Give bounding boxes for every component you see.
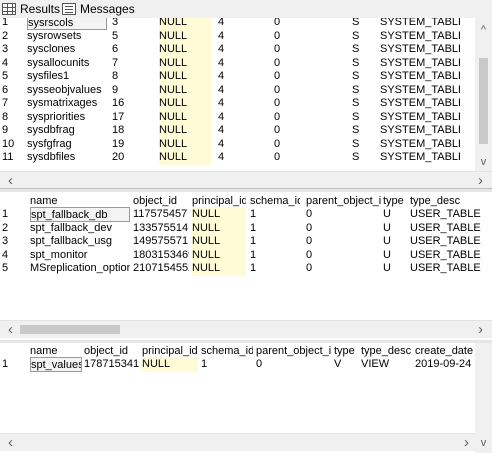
parent-object-id-cell: 0 <box>306 262 313 274</box>
scroll-left-arrow-icon[interactable]: ‹ <box>2 321 19 338</box>
results-grid-1: 1 sysrscols 3 NULL 4 0 S SYSTEM_TABLE 2 sysrowset… <box>0 18 492 189</box>
scroll-down-arrow-icon[interactable]: v <box>475 435 492 452</box>
table-row[interactable]: 5 MSreplication_options 2107154552 NULL 1 0 U U… <box>0 261 492 276</box>
schema-id-cell: 1 <box>250 262 257 274</box>
table-row[interactable]: 1spt_values1787153412NULL10VVIEW2019-09-… <box>0 357 475 372</box>
scroll-left-arrow-icon[interactable]: ‹ <box>2 434 19 451</box>
row-number: 5 <box>2 262 9 274</box>
messages-icon <box>62 3 76 15</box>
table-row[interactable]: 11 sysdbfiles 20 NULL 4 0 S SYSTEM_TABLE <box>0 150 475 165</box>
create-date-cell: 2019-09-24 14 <box>415 358 475 370</box>
object-id-cell: 2107154552 <box>133 262 189 274</box>
horizontal-scroll-thumb-2[interactable] <box>20 325 120 334</box>
horizontal-scrollbar-2[interactable]: ‹ › <box>0 320 492 338</box>
parent-object-id-cell: 0 <box>274 151 281 163</box>
scroll-right-arrow-icon[interactable]: › <box>472 321 489 338</box>
type-cell: U <box>383 262 391 274</box>
row-number: 1 <box>2 358 9 370</box>
scroll-up-arrow-icon[interactable]: ^ <box>475 22 492 39</box>
schema-id-cell: 1 <box>201 358 208 370</box>
vertical-scrollbar-1[interactable]: ^ v <box>475 18 492 171</box>
principal-id-cell: NULL <box>192 261 246 276</box>
parent-object-id-cell: 0 <box>256 358 263 370</box>
results-grid-3: name object_id principal_id schema_id parent… <box>0 343 492 453</box>
type-desc-cell: VIEW <box>361 358 390 370</box>
name-cell: sysdbfiles <box>27 151 76 163</box>
tab-results[interactable]: Results <box>2 1 60 17</box>
results-grid-2: name object_id principal_id schema_id parent… <box>0 192 492 341</box>
tab-results-label: Results <box>20 2 61 16</box>
name-cell: spt_values <box>30 357 82 372</box>
principal-id-cell: NULL <box>142 357 198 372</box>
type-desc-cell: SYSTEM_TABLE <box>380 151 460 163</box>
scroll-right-arrow-icon[interactable]: › <box>472 172 489 188</box>
vertical-scroll-thumb-1[interactable] <box>479 58 488 144</box>
tab-messages[interactable]: Messages <box>62 1 135 17</box>
type-cell: V <box>334 358 342 370</box>
scroll-left-arrow-icon[interactable]: ‹ <box>2 172 19 188</box>
object-id-cell: 1787153412 <box>84 358 139 370</box>
horizontal-scrollbar-3[interactable]: ‹ › <box>0 433 475 451</box>
object-id-cell: 20 <box>112 151 125 163</box>
grid-icon <box>2 3 16 15</box>
name-cell: MSreplication_options <box>30 262 130 274</box>
tab-messages-label: Messages <box>80 2 135 16</box>
horizontal-scrollbar-1[interactable]: ‹ › <box>0 171 492 188</box>
row-number: 11 <box>2 151 14 163</box>
type-desc-cell: USER_TABLE <box>410 262 481 274</box>
scroll-down-arrow-icon[interactable]: v <box>475 154 492 171</box>
scroll-right-arrow-icon[interactable]: › <box>458 434 475 451</box>
results-tabs-bar: Results Messages <box>0 0 492 19</box>
vertical-scrollbar-3[interactable]: v <box>475 343 492 453</box>
principal-id-cell: NULL <box>159 150 211 165</box>
type-cell: S <box>352 151 360 163</box>
schema-id-cell: 4 <box>218 151 225 163</box>
